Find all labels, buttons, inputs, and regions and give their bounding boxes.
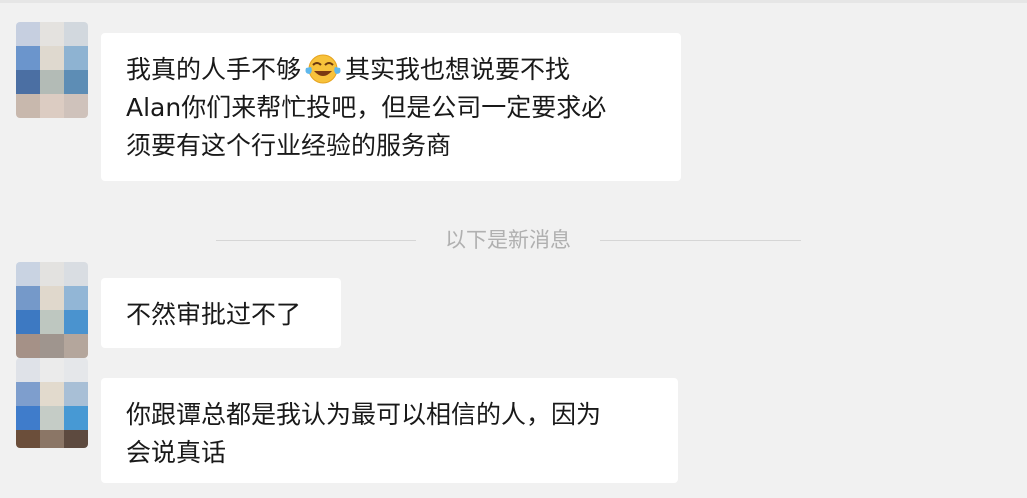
divider-line-left — [216, 240, 416, 241]
pixelated-avatar-icon — [16, 22, 88, 118]
divider-line-right — [600, 240, 801, 241]
message-bubble[interactable]: 我真的人手不够 其实我也想说要不找 Alan你们来帮忙投吧，但是公司一定要求必 … — [101, 33, 681, 181]
message-line: 我真的人手不够 其实我也想说要不找 — [126, 51, 657, 89]
message-line: 你跟谭总都是我认为最可以相信的人，因为 — [126, 400, 602, 429]
sender-avatar[interactable] — [16, 358, 88, 448]
new-messages-divider: 以下是新消息 — [216, 226, 801, 254]
message-text: 我真的人手不够 — [126, 55, 302, 84]
new-messages-label: 以下是新消息 — [445, 228, 571, 252]
pixelated-avatar-icon — [16, 262, 88, 358]
message-bubble[interactable]: 不然审批过不了 — [101, 278, 341, 348]
sender-avatar[interactable] — [16, 262, 88, 358]
pixelated-avatar-icon — [16, 358, 88, 448]
top-border — [0, 0, 1027, 3]
message-text: 其实我也想说要不找 — [345, 55, 571, 84]
message-line: 不然审批过不了 — [126, 300, 302, 329]
message-bubble[interactable]: 你跟谭总都是我认为最可以相信的人，因为 会说真话 — [101, 378, 678, 483]
message-line: 须要有这个行业经验的服务商 — [126, 131, 452, 160]
message-line: Alan你们来帮忙投吧，但是公司一定要求必 — [126, 93, 607, 122]
message-line: 会说真话 — [126, 438, 227, 467]
sender-avatar[interactable] — [16, 22, 88, 118]
